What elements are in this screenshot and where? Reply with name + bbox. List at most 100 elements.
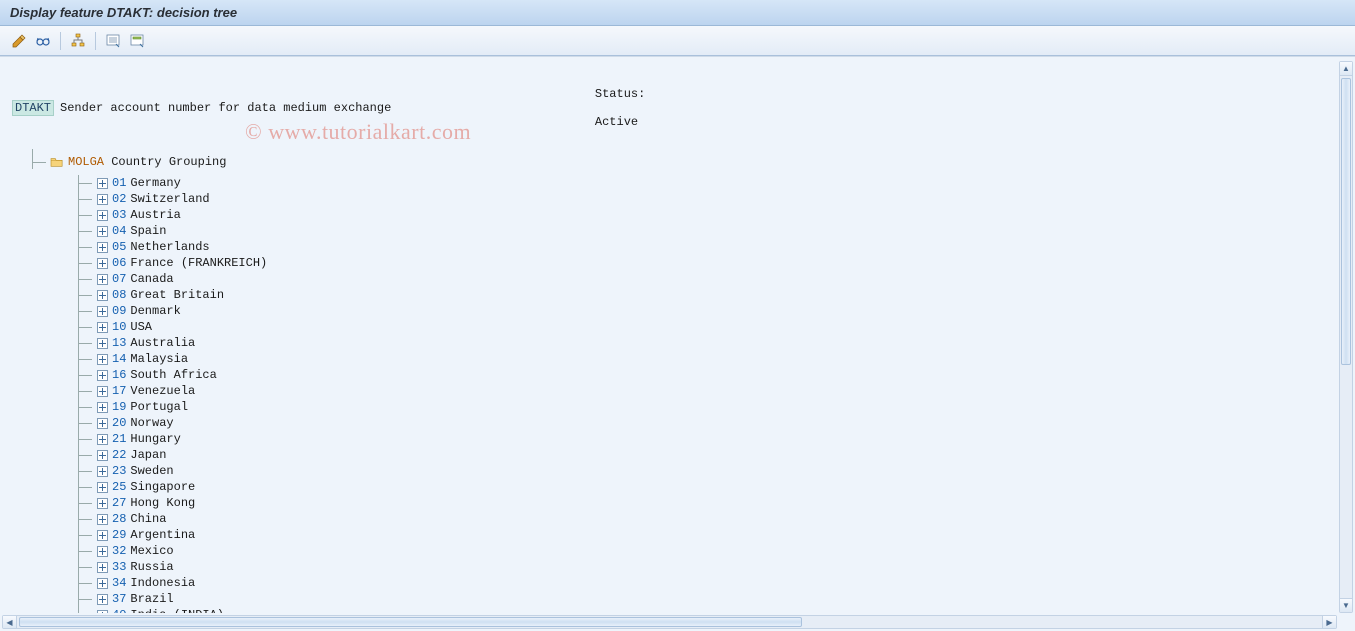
toolbar-change-button[interactable] (8, 30, 30, 52)
tree-country-row[interactable]: 40India (INDIA) (68, 607, 1329, 613)
scroll-track[interactable] (1340, 76, 1352, 598)
tree-country-row[interactable]: 33Russia (68, 559, 1329, 575)
country-code: 25 (112, 480, 126, 494)
expand-node-icon[interactable] (96, 273, 108, 285)
expand-node-icon[interactable] (96, 209, 108, 221)
expand-node-icon[interactable] (96, 353, 108, 365)
toolbar-collapse-button[interactable] (126, 30, 148, 52)
expand-node-icon[interactable] (96, 257, 108, 269)
expand-node-icon[interactable] (96, 545, 108, 557)
tree-field-row[interactable]: MOLGA Country Grouping (22, 149, 1329, 175)
tree-country-row[interactable]: 13Australia (68, 335, 1329, 351)
toolbar-check-button[interactable] (32, 30, 54, 52)
country-code: 07 (112, 272, 126, 286)
country-name: Brazil (130, 592, 173, 606)
expand-node-icon[interactable] (96, 225, 108, 237)
toolbar-expand-button[interactable] (102, 30, 124, 52)
vertical-scrollbar[interactable]: ▲ ▼ (1339, 61, 1353, 613)
status-label: Status: (595, 87, 645, 101)
tree-country-row[interactable]: 20Norway (68, 415, 1329, 431)
tree-country-row[interactable]: 14Malaysia (68, 351, 1329, 367)
expand-node-icon[interactable] (96, 497, 108, 509)
expand-node-icon[interactable] (96, 577, 108, 589)
expand-node-icon[interactable] (96, 401, 108, 413)
expand-node-icon[interactable] (96, 449, 108, 461)
tree-country-row[interactable]: 16South Africa (68, 367, 1329, 383)
tree-country-row[interactable]: 37Brazil (68, 591, 1329, 607)
tree-country-row[interactable]: 05Netherlands (68, 239, 1329, 255)
tree-country-row[interactable]: 32Mexico (68, 543, 1329, 559)
expand-node-icon[interactable] (96, 561, 108, 573)
country-code: 01 (112, 176, 126, 190)
expand-node-icon[interactable] (96, 369, 108, 381)
country-code: 29 (112, 528, 126, 542)
scroll-thumb[interactable] (19, 617, 802, 627)
country-name: Norway (130, 416, 173, 430)
expand-node-icon[interactable] (96, 321, 108, 333)
expand-node-icon[interactable] (96, 289, 108, 301)
country-code: 17 (112, 384, 126, 398)
expand-node-icon[interactable] (96, 385, 108, 397)
expand-node-icon[interactable] (96, 481, 108, 493)
scroll-thumb[interactable] (1341, 78, 1351, 365)
country-code: 13 (112, 336, 126, 350)
scroll-right-button[interactable]: ▶ (1322, 616, 1336, 628)
expand-node-icon[interactable] (96, 177, 108, 189)
expand-node-icon[interactable] (96, 241, 108, 253)
status-block: Status: Active (537, 73, 645, 143)
country-code: 28 (112, 512, 126, 526)
tree-country-row[interactable]: 10USA (68, 319, 1329, 335)
toolbar-structure-button[interactable] (67, 30, 89, 52)
scroll-down-button[interactable]: ▼ (1340, 598, 1352, 612)
country-name: Germany (130, 176, 180, 190)
tree-country-row[interactable]: 34Indonesia (68, 575, 1329, 591)
tree-country-row[interactable]: 27Hong Kong (68, 495, 1329, 511)
country-name: India (INDIA) (130, 608, 224, 613)
expand-node-icon[interactable] (96, 417, 108, 429)
country-name: Japan (130, 448, 166, 462)
tree-country-row[interactable]: 07 Canada (68, 271, 1329, 287)
toolbar-separator (95, 32, 96, 50)
country-code: 03 (112, 208, 126, 222)
tree-root-row[interactable]: DTAKT Sender account number for data med… (12, 73, 1329, 143)
country-name: Indonesia (130, 576, 195, 590)
expand-node-icon[interactable] (96, 305, 108, 317)
expand-node-icon[interactable] (96, 593, 108, 605)
scroll-track[interactable] (17, 616, 1322, 628)
country-name: Canada (130, 272, 173, 286)
expand-node-icon[interactable] (96, 433, 108, 445)
tree-country-row[interactable]: 25Singapore (68, 479, 1329, 495)
horizontal-scrollbar[interactable]: ◀ ▶ (2, 615, 1337, 629)
tree-country-row[interactable]: 22Japan (68, 447, 1329, 463)
field-description: Country Grouping (111, 155, 226, 169)
expand-node-icon[interactable] (96, 529, 108, 541)
tree-country-row[interactable]: 01 Germany (68, 175, 1329, 191)
tree-country-row[interactable]: 08 Great Britain (68, 287, 1329, 303)
country-name: Great Britain (130, 288, 224, 302)
tree-country-row[interactable]: 23Sweden (68, 463, 1329, 479)
expand-node-icon[interactable] (96, 609, 108, 613)
tree-country-row[interactable]: 19Portugal (68, 399, 1329, 415)
country-code: 27 (112, 496, 126, 510)
scroll-up-button[interactable]: ▲ (1340, 62, 1352, 76)
expand-node-icon[interactable] (96, 193, 108, 205)
country-name: Argentina (130, 528, 195, 542)
tree-country-row[interactable]: 09Denmark (68, 303, 1329, 319)
tree-country-row[interactable]: 06France (FRANKREICH) (68, 255, 1329, 271)
tree-country-row[interactable]: 03Austria (68, 207, 1329, 223)
country-code: 32 (112, 544, 126, 558)
tree-country-row[interactable]: 28China (68, 511, 1329, 527)
expand-node-icon[interactable] (96, 337, 108, 349)
expand-node-icon[interactable] (96, 513, 108, 525)
tree-country-row[interactable]: 02Switzerland (68, 191, 1329, 207)
tree-country-row[interactable]: 17Venezuela (68, 383, 1329, 399)
tree-country-row[interactable]: 04Spain (68, 223, 1329, 239)
country-code: 08 (112, 288, 126, 302)
title-bar: Display feature DTAKT: decision tree (0, 0, 1355, 26)
expand-node-icon[interactable] (96, 465, 108, 477)
tree-country-row[interactable]: 21Hungary (68, 431, 1329, 447)
country-code: 09 (112, 304, 126, 318)
tree-country-row[interactable]: 29 Argentina (68, 527, 1329, 543)
collapse-icon (129, 33, 145, 49)
scroll-left-button[interactable]: ◀ (3, 616, 17, 628)
